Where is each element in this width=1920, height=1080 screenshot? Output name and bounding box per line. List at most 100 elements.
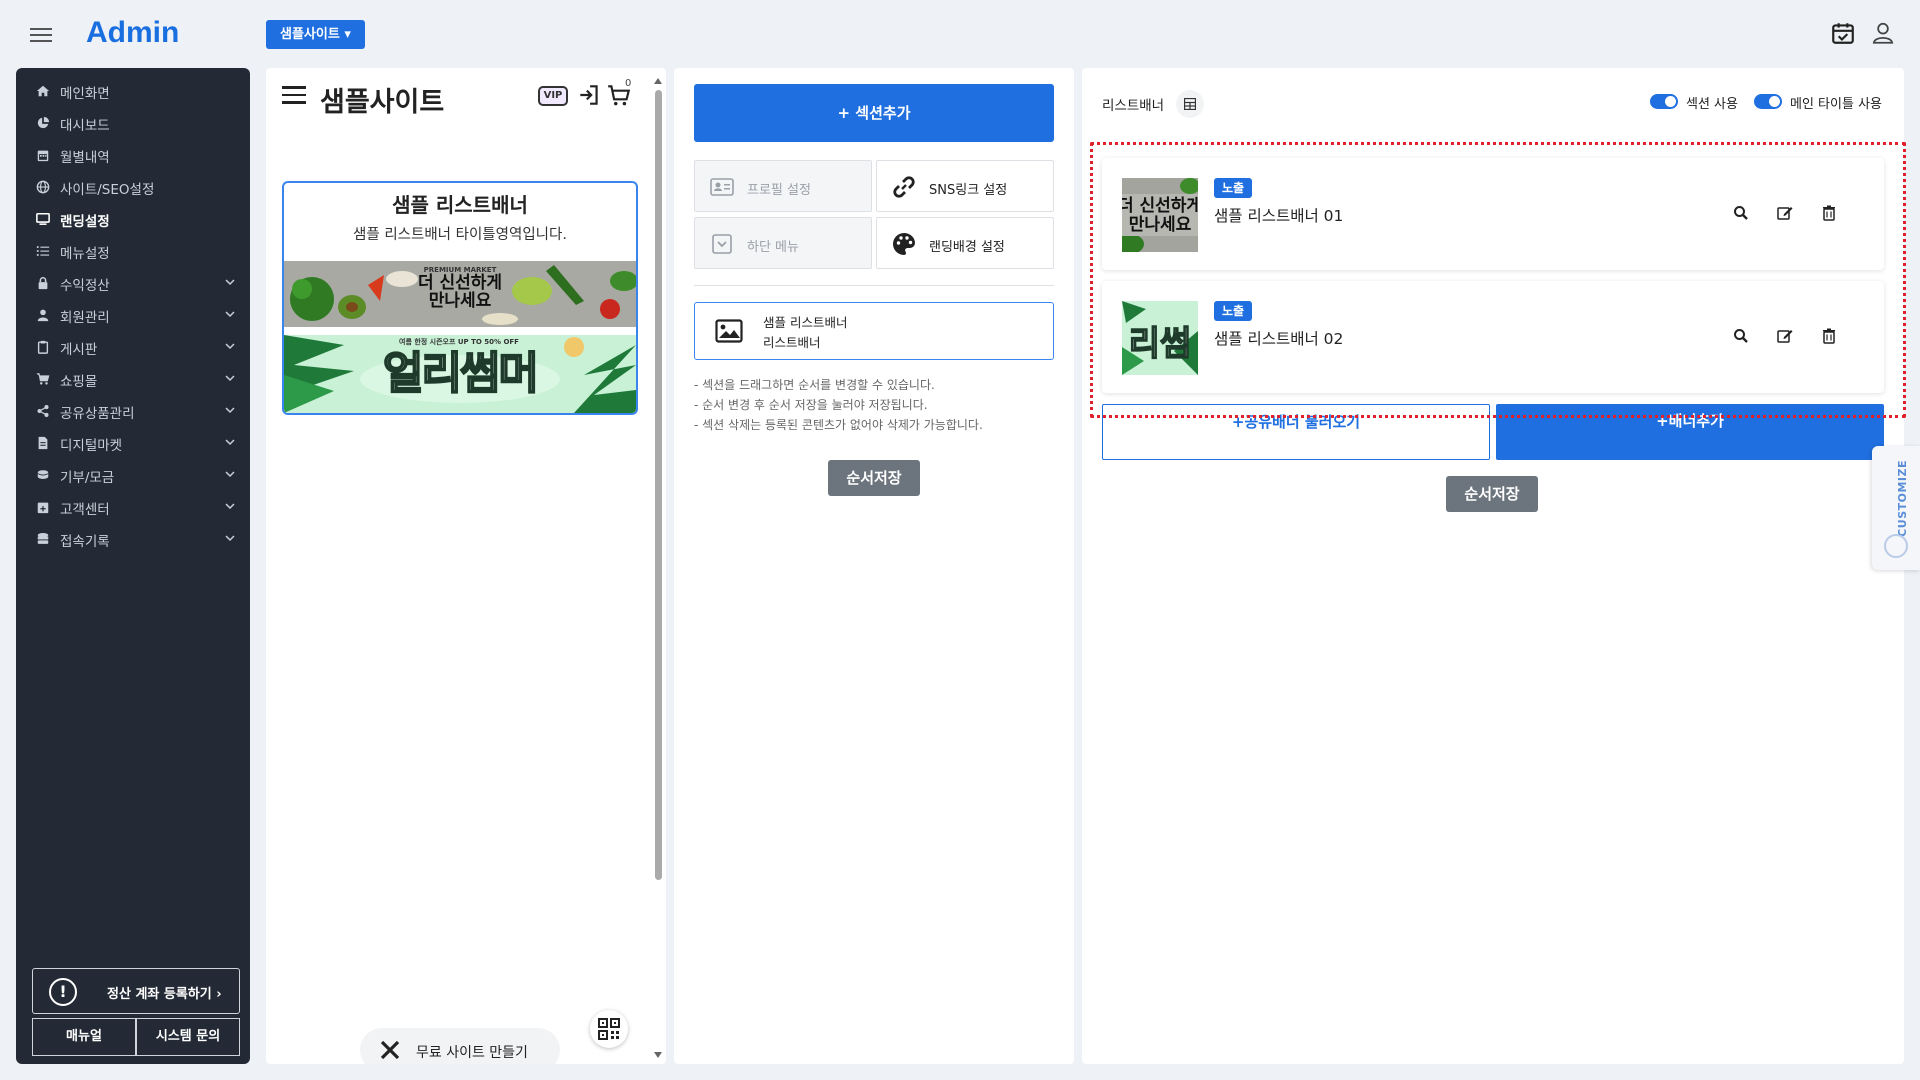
chevron-down-icon xyxy=(225,471,235,478)
banner-image-vegetables[interactable]: PREMIUM MARKET 더 신선하게 만나세요 xyxy=(284,261,636,327)
home-icon xyxy=(36,85,50,97)
sidebar-item-shared-products[interactable]: 공유상품관리 xyxy=(16,396,250,426)
customize-tab[interactable]: CUSTOMIZE xyxy=(1872,446,1920,570)
sidebar-item-main[interactable]: 메인화면 xyxy=(16,76,250,106)
banner-name: 샘플 리스트배너 02 xyxy=(1214,330,1344,348)
sidebar-item-site-seo[interactable]: 사이트/SEO설정 xyxy=(16,172,250,202)
footer-menu-label: 하단 메뉴 xyxy=(747,240,799,255)
sidebar-item-landing[interactable]: 랜딩설정 xyxy=(16,204,250,234)
note-delete: - 섹션 삭제는 등록된 콘텐츠가 없어야 삭제가 가능합니다. xyxy=(694,418,983,432)
sidebar-item-donation[interactable]: 기부/모금 xyxy=(16,460,250,490)
main-title-use-toggle[interactable] xyxy=(1754,94,1782,109)
preview-banner-title: 샘플 리스트배너 xyxy=(392,193,528,217)
chevron-down-icon xyxy=(225,535,235,542)
sidebar-item-label: 대시보드 xyxy=(60,118,110,134)
sidebar-item-label: 수익정산 xyxy=(60,278,110,294)
section-item-title: 샘플 리스트배너 xyxy=(763,315,848,330)
trash-icon[interactable] xyxy=(1820,204,1838,222)
banner-save-order-button[interactable]: 순서저장 xyxy=(1446,476,1538,512)
footer-menu-button[interactable]: 하단 메뉴 xyxy=(694,217,872,269)
sidebar-item-dashboard[interactable]: 대시보드 xyxy=(16,108,250,138)
sidebar-item-menu[interactable]: 메뉴설정 xyxy=(16,236,250,266)
edit-icon[interactable] xyxy=(1776,327,1794,345)
id-card-icon xyxy=(710,178,734,196)
note-save: - 순서 변경 후 순서 저장을 눌러야 저장됩니다. xyxy=(694,398,928,412)
tools-icon xyxy=(380,1040,400,1060)
sidebar-item-monthly[interactable]: 월별내역 xyxy=(16,140,250,170)
chevron-down-icon xyxy=(225,279,235,286)
register-account-button[interactable]: ! 정산 계좌 등록하기 › xyxy=(32,968,240,1014)
user-icon xyxy=(37,309,49,322)
exclamation-circle-icon: ! xyxy=(49,978,77,1006)
search-icon[interactable] xyxy=(1732,204,1750,222)
list-banner-panel: 리스트배너 섹션 사용 메인 타이틀 사용 더 신선하게 만나세요 노출 샘플 … xyxy=(1082,68,1906,1064)
list-icon xyxy=(36,246,50,256)
menu-toggle-icon[interactable] xyxy=(30,28,52,42)
share-icon xyxy=(37,405,49,417)
qr-code-icon xyxy=(598,1018,620,1040)
landing-background-button[interactable]: 랜딩배경 설정 xyxy=(876,217,1054,269)
preview-list-banner[interactable]: 샘플 리스트배너 샘플 리스트배너 타이틀영역입니다. PREMIUM MARK… xyxy=(282,181,638,415)
palette-icon xyxy=(893,233,915,255)
section-divider xyxy=(694,285,1054,286)
top-bar: Admin 샘플사이트 ▾ xyxy=(0,0,1920,68)
sidebar-item-label: 랜딩설정 xyxy=(60,214,110,230)
add-banner-button[interactable]: +배너추가 xyxy=(1496,404,1884,460)
section-use-toggle[interactable] xyxy=(1650,94,1678,109)
banner-thumbnail-image: 더 신선하게 만나세요 xyxy=(1122,178,1198,252)
section-save-order-button[interactable]: 순서저장 xyxy=(828,460,920,496)
sidebar-item-revenue[interactable]: 수익정산 xyxy=(16,268,250,298)
free-site-button[interactable]: 무료 사이트 만들기 xyxy=(360,1028,560,1064)
qr-code-button[interactable] xyxy=(590,1010,628,1048)
sidebar-item-board[interactable]: 게시판 xyxy=(16,332,250,362)
manual-button[interactable]: 매뉴얼 xyxy=(32,1018,136,1056)
main-title-use-label: 메인 타이틀 사용 xyxy=(1790,97,1882,112)
banner-image-early-summer[interactable]: 여름 한정 시즌오프 UP TO 50% OFF 얼리썸머 xyxy=(284,335,636,413)
sidebar-item-shop[interactable]: 쇼핑몰 xyxy=(16,364,250,394)
preview-banner-subtitle: 샘플 리스트배너 타이틀영역입니다. xyxy=(353,227,567,243)
calendar-check-icon[interactable] xyxy=(1830,20,1856,46)
lock-icon xyxy=(38,277,48,290)
admin-logo[interactable]: Admin xyxy=(86,16,179,50)
trash-icon[interactable] xyxy=(1820,327,1838,345)
note-drag: - 섹션을 드래그하면 순서를 변경할 수 있습니다. xyxy=(694,378,935,392)
sidebar-item-label: 회원관리 xyxy=(60,310,110,326)
banner-item-01[interactable]: 더 신선하게 만나세요 노출 샘플 리스트배너 01 xyxy=(1102,158,1884,270)
sidebar-item-label: 디지털마켓 xyxy=(60,438,123,454)
svg-text:더 신선하게: 더 신선하게 xyxy=(1122,196,1198,216)
sidebar-item-label: 고객센터 xyxy=(60,502,110,518)
user-profile-icon[interactable] xyxy=(1870,20,1896,46)
landing-background-label: 랜딩배경 설정 xyxy=(929,240,1005,255)
chevron-down-icon xyxy=(225,407,235,414)
preview-scroll-thumb[interactable] xyxy=(655,90,662,880)
image-icon xyxy=(715,319,743,343)
chevron-down-icon xyxy=(225,311,235,318)
search-icon[interactable] xyxy=(1732,327,1750,345)
add-section-button[interactable]: + 섹션추가 xyxy=(694,84,1054,142)
sidebar-item-access-log[interactable]: 접속기록 xyxy=(16,524,250,554)
sidebar-item-members[interactable]: 회원관리 xyxy=(16,300,250,330)
system-inquiry-button[interactable]: 시스템 문의 xyxy=(136,1018,240,1056)
sidebar-item-customer-center[interactable]: 고객센터 xyxy=(16,492,250,522)
load-shared-banner-button[interactable]: +공유배너 불러오기 xyxy=(1102,404,1490,460)
preview-menu-icon[interactable] xyxy=(282,86,306,104)
banner-thumbnail: 더 신선하게 만나세요 xyxy=(1122,178,1198,252)
layout-grid-button[interactable] xyxy=(1176,90,1204,118)
banner-thumbnail: 리썸 xyxy=(1122,301,1198,375)
sidebar-item-label: 게시판 xyxy=(60,342,98,358)
section-item-list-banner[interactable]: 샘플 리스트배너 리스트배너 xyxy=(694,302,1054,360)
edit-icon[interactable] xyxy=(1776,204,1794,222)
image2-small-label: 여름 한정 시즌오프 UP TO 50% OFF xyxy=(399,338,519,346)
banner-thumbnail-image: 리썸 xyxy=(1122,301,1198,375)
sns-link-settings-button[interactable]: SNS링크 설정 xyxy=(876,160,1054,212)
profile-settings-label: 프로필 설정 xyxy=(747,183,811,198)
vip-badge[interactable]: VIP xyxy=(538,86,568,106)
sidebar-item-digital-market[interactable]: 디지털마켓 xyxy=(16,428,250,458)
banner-item-02[interactable]: 리썸 노출 샘플 리스트배너 02 xyxy=(1102,281,1884,393)
profile-settings-button[interactable]: 프로필 설정 xyxy=(694,160,872,212)
login-icon[interactable] xyxy=(576,82,602,108)
section-item-type: 리스트배너 xyxy=(763,335,821,350)
site-select-dropdown[interactable]: 샘플사이트 ▾ xyxy=(266,20,365,49)
globe-icon xyxy=(36,180,50,194)
chart-pie-icon xyxy=(37,116,50,129)
